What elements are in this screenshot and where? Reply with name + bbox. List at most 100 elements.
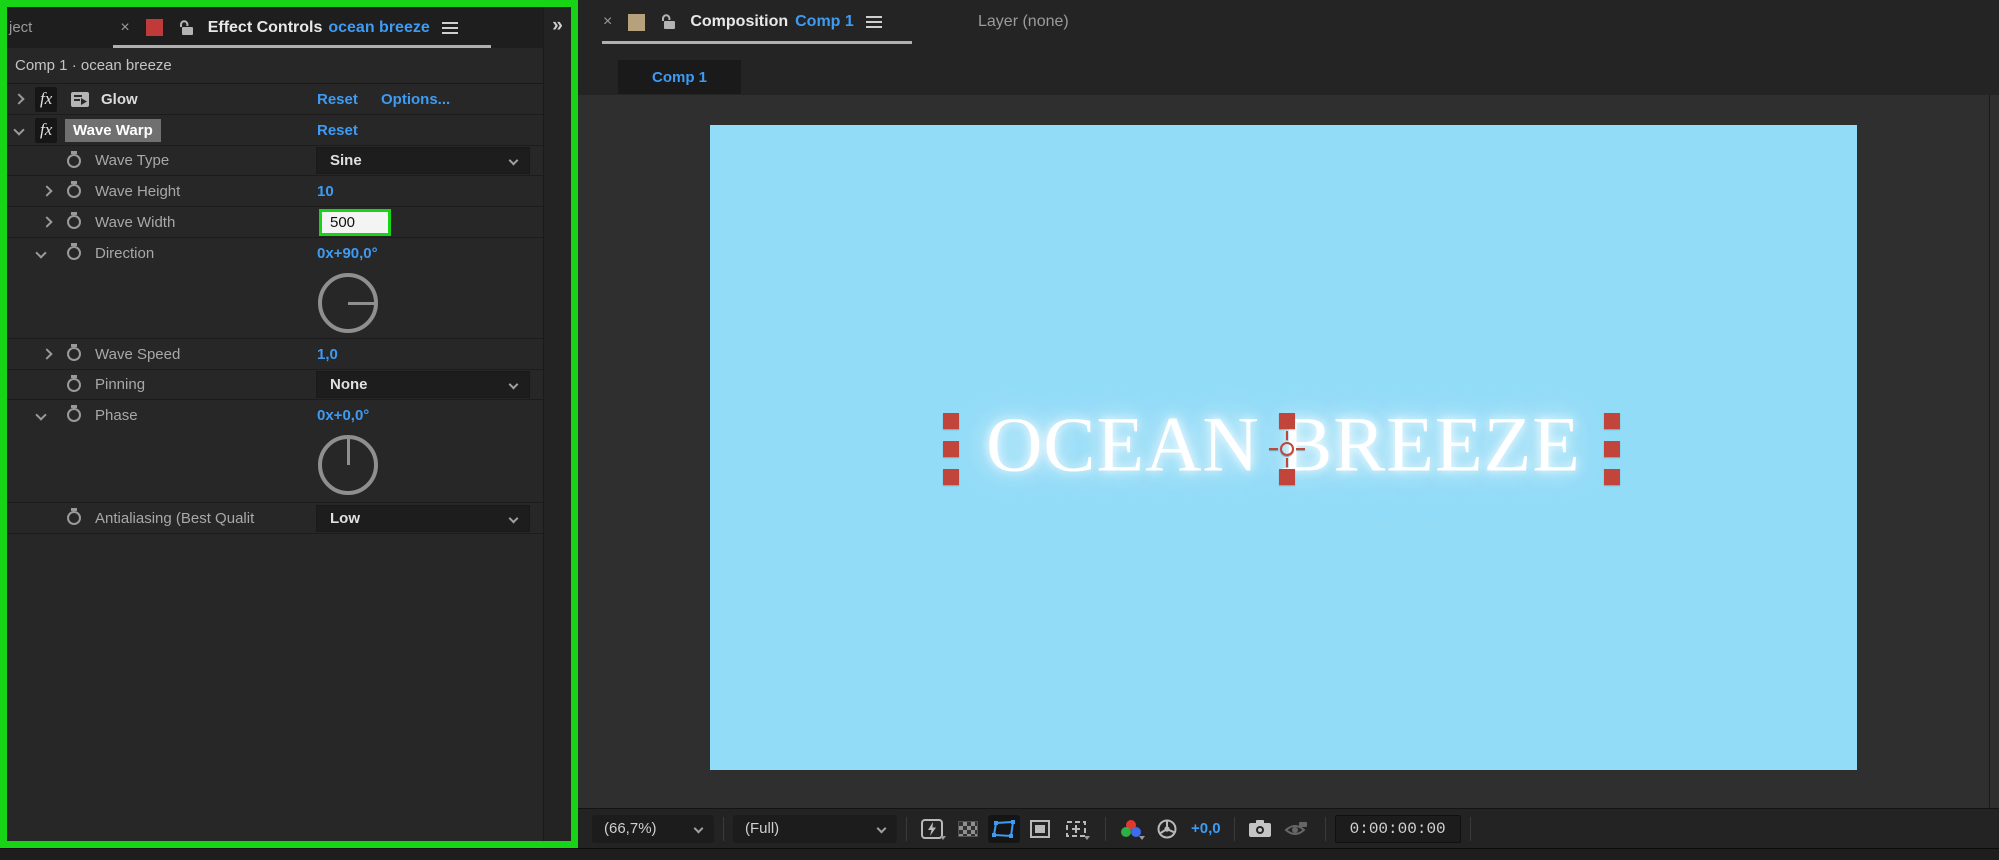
toolbar-separator	[1233, 816, 1235, 841]
phase-dial-zone	[7, 430, 543, 503]
panel-group-square-icon	[145, 19, 163, 36]
dropdown-value: None	[330, 376, 368, 393]
effect-controls-tab-title[interactable]: Effect Controls	[208, 19, 323, 37]
selection-handle-mid-right[interactable]	[1604, 441, 1620, 457]
selection-handle-bottom-right[interactable]	[1604, 469, 1620, 485]
chevron-down-icon	[876, 823, 887, 834]
twirl-down-icon[interactable]	[35, 409, 47, 421]
panel-menu-icon[interactable]	[865, 16, 882, 28]
close-panel-icon[interactable]: ×	[120, 19, 129, 37]
twirl-right-icon[interactable]	[41, 348, 53, 360]
unlock-icon[interactable]	[179, 19, 194, 36]
effect-name-selected[interactable]: Wave Warp	[65, 118, 161, 142]
property-row-wave-height: Wave Height 10	[7, 176, 543, 207]
selection-handle-top-center[interactable]	[1279, 413, 1295, 429]
phase-dial[interactable]	[318, 435, 378, 495]
wave-type-dropdown[interactable]: Sine	[316, 147, 530, 174]
expand-panels-icon[interactable]: »	[544, 15, 571, 37]
panel-divider	[1989, 95, 1990, 808]
effect-row-glow[interactable]: fx Glow Reset Options...	[7, 84, 543, 115]
twirl-right-icon[interactable]	[41, 185, 53, 197]
composition-canvas[interactable]: OCEAN BREEZE	[710, 125, 1857, 770]
mask-path-visibility-button[interactable]	[988, 814, 1020, 843]
glow-options-link[interactable]: Options...	[381, 91, 450, 108]
chevron-down-icon	[693, 823, 704, 834]
breadcrumb: Comp 1 · ocean breeze	[7, 48, 543, 84]
magnification-dropdown[interactable]: (66,7%)	[592, 814, 714, 843]
unlock-icon[interactable]	[661, 14, 676, 30]
glow-reset-link[interactable]: Reset	[317, 91, 358, 108]
viewer-tab-comp1[interactable]: Comp 1	[618, 60, 741, 94]
antialiasing-dropdown[interactable]: Low	[316, 504, 530, 532]
wave-speed-value[interactable]: 1,0	[317, 346, 338, 363]
property-label: Wave Type	[95, 152, 170, 169]
show-snapshot-button[interactable]	[1280, 815, 1312, 843]
effect-controls-tabbar: ject × Effect Controls ocean breeze	[7, 7, 571, 48]
selection-handle-top-left[interactable]	[943, 413, 959, 429]
property-row-wave-speed: Wave Speed 1,0	[7, 339, 543, 370]
toolbar-separator	[1105, 816, 1106, 841]
property-row-wave-width: Wave Width	[7, 207, 543, 238]
wave-warp-reset-link[interactable]: Reset	[317, 122, 358, 139]
stopwatch-icon[interactable]	[67, 508, 81, 525]
effect-name[interactable]: Glow	[101, 91, 138, 108]
twirl-right-icon[interactable]	[13, 93, 25, 105]
selection-handle-mid-left[interactable]	[943, 441, 959, 457]
exposure-value[interactable]: +0,0	[1191, 820, 1221, 837]
anchor-point-icon[interactable]	[1269, 431, 1305, 467]
stopwatch-icon[interactable]	[67, 150, 81, 168]
selection-handle-bottom-left[interactable]	[943, 469, 959, 485]
fx-badge-icon[interactable]: fx	[35, 86, 58, 112]
stopwatch-icon[interactable]	[67, 374, 81, 392]
checkerboard-icon	[958, 820, 978, 837]
twirl-down-icon[interactable]	[13, 124, 25, 136]
composition-header: × Composition Comp 1 Layer (none) Comp 1	[578, 0, 1999, 95]
region-of-interest-button[interactable]	[1024, 815, 1056, 843]
panel-menu-icon[interactable]	[441, 21, 458, 34]
show-channel-button[interactable]	[1115, 815, 1147, 843]
dropdown-value: Low	[330, 509, 360, 527]
wave-width-input[interactable]	[319, 208, 391, 236]
resolution-value: (Full)	[745, 820, 780, 837]
dropdown-arrow-icon	[1084, 835, 1090, 840]
twirl-down-icon[interactable]	[35, 247, 47, 259]
transparency-grid-button[interactable]	[952, 815, 984, 843]
fx-badge-icon[interactable]: fx	[35, 117, 58, 143]
stopwatch-icon[interactable]	[67, 344, 81, 361]
twirl-right-icon[interactable]	[41, 216, 53, 228]
direction-value[interactable]: 0x+90,0°	[317, 245, 378, 262]
stopwatch-icon[interactable]	[67, 243, 81, 260]
composition-tab-title[interactable]: Composition	[690, 13, 788, 31]
take-snapshot-button[interactable]	[1244, 815, 1276, 843]
toolbar-separator	[723, 816, 724, 841]
property-label: Pinning	[95, 376, 146, 393]
active-tab-underline	[113, 45, 491, 48]
direction-dial-zone	[7, 268, 543, 339]
stopwatch-icon[interactable]	[67, 212, 81, 229]
property-label: Wave Width	[95, 213, 176, 231]
fast-previews-button[interactable]	[916, 815, 948, 843]
reset-exposure-button[interactable]	[1151, 815, 1183, 843]
grid-and-guides-button[interactable]	[1060, 815, 1092, 843]
composition-name: Comp 1	[795, 13, 854, 30]
direction-dial[interactable]	[318, 273, 378, 333]
close-panel-icon[interactable]: ×	[603, 13, 612, 31]
property-row-direction: Direction 0x+90,0°	[7, 238, 543, 268]
timecode-display[interactable]: 0:00:00:00	[1334, 814, 1461, 843]
stopwatch-icon[interactable]	[67, 181, 81, 198]
tab-layer[interactable]: Layer (none)	[978, 0, 1069, 44]
stopwatch-icon[interactable]	[67, 405, 81, 422]
project-tab-partial[interactable]: ject	[9, 19, 32, 36]
property-label: Wave Speed	[95, 345, 181, 363]
pinning-dropdown[interactable]: None	[316, 371, 530, 398]
effect-row-wave-warp[interactable]: fx Wave Warp Reset	[7, 115, 543, 146]
wave-height-value[interactable]: 10	[317, 183, 334, 200]
after-effects-window: ject × Effect Controls ocean breeze » Co…	[0, 0, 1999, 860]
resolution-dropdown[interactable]: (Full)	[733, 814, 897, 843]
phase-value[interactable]: 0x+0,0°	[317, 407, 369, 424]
composition-tabbar: × Composition Comp 1	[578, 0, 1999, 44]
chevron-down-icon	[508, 155, 519, 166]
active-tab-underline	[602, 41, 912, 44]
selection-handle-bottom-center[interactable]	[1279, 469, 1295, 485]
selection-handle-top-right[interactable]	[1604, 413, 1620, 429]
